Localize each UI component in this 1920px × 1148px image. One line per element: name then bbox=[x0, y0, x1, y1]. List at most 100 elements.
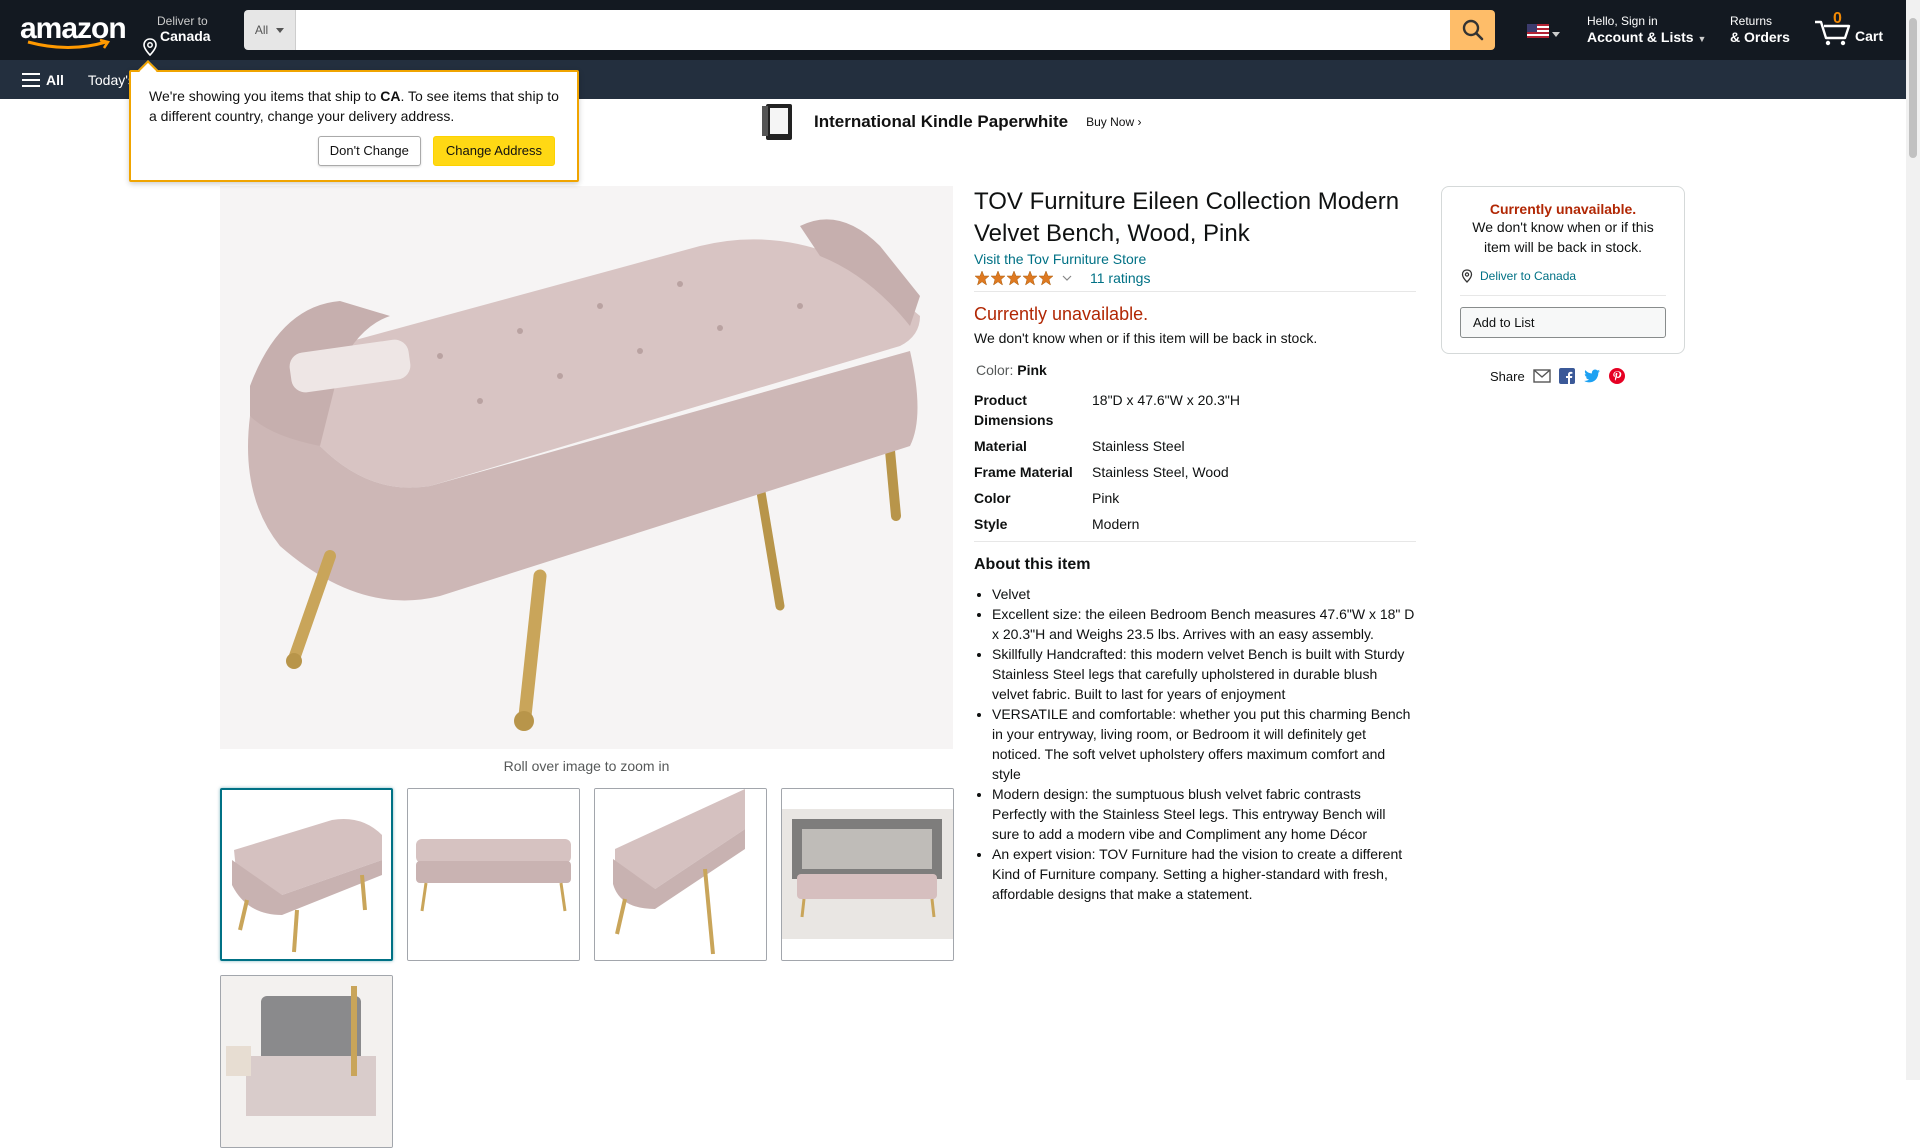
spec-row: Frame Material Stainless Steel, Wood bbox=[974, 462, 1416, 482]
spec-value: Modern bbox=[1092, 516, 1140, 532]
buy-box: Currently unavailable. We don't know whe… bbox=[1441, 186, 1685, 354]
banner-title: International Kindle Paperwhite bbox=[814, 112, 1069, 131]
store-link[interactable]: Visit the Tov Furniture Store bbox=[974, 251, 1146, 267]
spec-row: Style Modern bbox=[974, 514, 1416, 534]
cart-count: 0 bbox=[1833, 10, 1842, 27]
page-scrollbar[interactable] bbox=[1906, 0, 1920, 1080]
main-product-image[interactable] bbox=[220, 186, 953, 749]
popover-message: We're showing you items that ship to CA.… bbox=[149, 86, 559, 126]
list-item: An expert vision: TOV Furniture had the … bbox=[992, 844, 1416, 904]
share-row: Share bbox=[1490, 368, 1625, 384]
bedroom-scene-thumbnail bbox=[782, 789, 953, 960]
deliver-to-text: Deliver to Canada bbox=[1480, 269, 1577, 283]
list-item: Skillfully Handcrafted: this modern velv… bbox=[992, 644, 1416, 704]
delivery-country-popover: We're showing you items that ship to CA.… bbox=[129, 60, 579, 182]
spec-row: Product Dimensions 18"D x 47.6"W x 20.3"… bbox=[974, 390, 1416, 430]
kindle-device-icon bbox=[762, 104, 792, 140]
search-category-dropdown[interactable]: All bbox=[244, 10, 296, 50]
about-heading: About this item bbox=[974, 556, 1091, 573]
account-and-lists[interactable]: Hello, Sign in Account & Lists ▼ bbox=[1587, 14, 1706, 48]
account-lists-label: Account & Lists ▼ bbox=[1587, 28, 1706, 48]
chevron-down-icon bbox=[1062, 275, 1072, 281]
star-rating-icon bbox=[974, 270, 1054, 286]
zoom-hint: Roll over image to zoom in bbox=[503, 758, 670, 774]
cart-icon bbox=[1815, 20, 1851, 46]
buybox-note: We don't know when or if this item will … bbox=[1472, 219, 1654, 255]
search-icon bbox=[1462, 19, 1483, 41]
deliver-label: Deliver to bbox=[157, 14, 208, 28]
deliver-to-location[interactable]: Deliver to Canada bbox=[141, 14, 211, 56]
spec-value: 18"D x 47.6"W x 20.3"H bbox=[1092, 392, 1240, 408]
divider bbox=[1460, 295, 1666, 296]
thumbnail-4[interactable] bbox=[781, 788, 954, 961]
buybox-deliver-link[interactable]: Deliver to Canada bbox=[1460, 269, 1576, 283]
divider bbox=[974, 291, 1416, 292]
facebook-icon[interactable] bbox=[1558, 368, 1575, 384]
ratings-count[interactable]: 11 ratings bbox=[1090, 270, 1150, 286]
email-icon[interactable] bbox=[1533, 369, 1551, 383]
product-rating[interactable]: 11 ratings bbox=[974, 270, 1150, 286]
cart-label: Cart bbox=[1855, 28, 1884, 44]
scrollbar-thumb[interactable] bbox=[1909, 18, 1917, 158]
returns-and-orders[interactable]: Returns & Orders bbox=[1730, 14, 1790, 46]
amazon-logo[interactable]: amazon bbox=[20, 12, 127, 49]
search-category-label: All bbox=[254, 23, 269, 37]
buybox-availability: Currently unavailable. bbox=[1489, 201, 1637, 217]
banner-buy-now[interactable]: Buy Now › bbox=[1086, 115, 1141, 129]
availability-status: Currently unavailable. bbox=[974, 304, 1149, 324]
hamburger-menu-icon bbox=[22, 72, 40, 87]
share-label: Share bbox=[1490, 368, 1525, 384]
add-to-list-button[interactable]: Add to List bbox=[1460, 307, 1666, 338]
caret-down-icon bbox=[1552, 31, 1560, 37]
color-label: Color: bbox=[976, 362, 1014, 378]
bench-angle-thumbnail bbox=[222, 790, 391, 959]
product-title: TOV Furniture Eileen Collection Modern V… bbox=[974, 188, 1400, 247]
twitter-icon[interactable] bbox=[1583, 369, 1601, 384]
product-specs-table: Product Dimensions 18"D x 47.6"W x 20.3"… bbox=[974, 390, 1416, 540]
nav-todays-deals[interactable]: Today's bbox=[88, 72, 135, 88]
orders-label: & Orders bbox=[1730, 29, 1790, 45]
thumbnail-3[interactable] bbox=[594, 788, 767, 961]
list-item: Excellent size: the eileen Bedroom Bench… bbox=[992, 604, 1416, 644]
thumbnail-5[interactable] bbox=[220, 975, 393, 1148]
pinterest-icon[interactable] bbox=[1608, 368, 1625, 384]
list-item: Modern design: the sumptuous blush velve… bbox=[992, 784, 1416, 844]
kindle-promo-banner[interactable]: International Kindle Paperwhite Buy Now … bbox=[760, 100, 1141, 144]
caret-down-icon bbox=[276, 27, 285, 33]
popover-text-before: We're showing you items that ship to bbox=[149, 88, 381, 104]
dont-change-button[interactable]: Don't Change bbox=[317, 136, 421, 166]
spec-value: Pink bbox=[1092, 490, 1120, 506]
location-pin-icon bbox=[1461, 269, 1473, 283]
list-item: VERSATILE and comfortable: whether you p… bbox=[992, 704, 1416, 784]
headboard-scene-thumbnail bbox=[221, 976, 392, 1147]
bench-side-thumbnail bbox=[595, 789, 766, 960]
popover-country: CA bbox=[380, 88, 401, 104]
spec-value: Stainless Steel bbox=[1092, 438, 1185, 454]
search-button[interactable] bbox=[1450, 10, 1495, 50]
all-menu-button[interactable]: All bbox=[22, 72, 64, 88]
spec-key: Material bbox=[974, 438, 1027, 454]
spec-value: Stainless Steel, Wood bbox=[1092, 464, 1229, 480]
spec-row: Color Pink bbox=[974, 488, 1416, 508]
popover-buttons: Don't Change Change Address bbox=[317, 136, 555, 166]
logo-smile-icon bbox=[27, 39, 111, 49]
list-item: Velvet bbox=[992, 584, 1416, 604]
divider bbox=[974, 541, 1416, 542]
cart-button[interactable]: 0 Cart bbox=[1813, 10, 1884, 46]
signin-greeting: Hello, Sign in bbox=[1587, 14, 1658, 28]
caret-down-icon: ▼ bbox=[1697, 34, 1707, 44]
search-bar: All bbox=[244, 10, 1495, 50]
spec-key: Style bbox=[974, 516, 1008, 532]
us-flag-icon bbox=[1527, 24, 1549, 38]
location-pin-icon bbox=[143, 38, 157, 56]
search-input[interactable] bbox=[296, 10, 1450, 50]
change-address-button[interactable]: Change Address bbox=[432, 136, 555, 166]
about-bullets: Velvet Excellent size: the eileen Bedroo… bbox=[992, 584, 1416, 904]
spec-key: Color bbox=[974, 490, 1011, 506]
language-selector[interactable] bbox=[1527, 24, 1560, 38]
spec-key: Frame Material bbox=[974, 464, 1073, 480]
thumbnail-1[interactable] bbox=[220, 788, 393, 961]
top-navigation-bar: amazon Deliver to Canada All Hello, Sign… bbox=[0, 0, 1906, 60]
velvet-bench-image bbox=[220, 186, 953, 749]
thumbnail-2[interactable] bbox=[407, 788, 580, 961]
